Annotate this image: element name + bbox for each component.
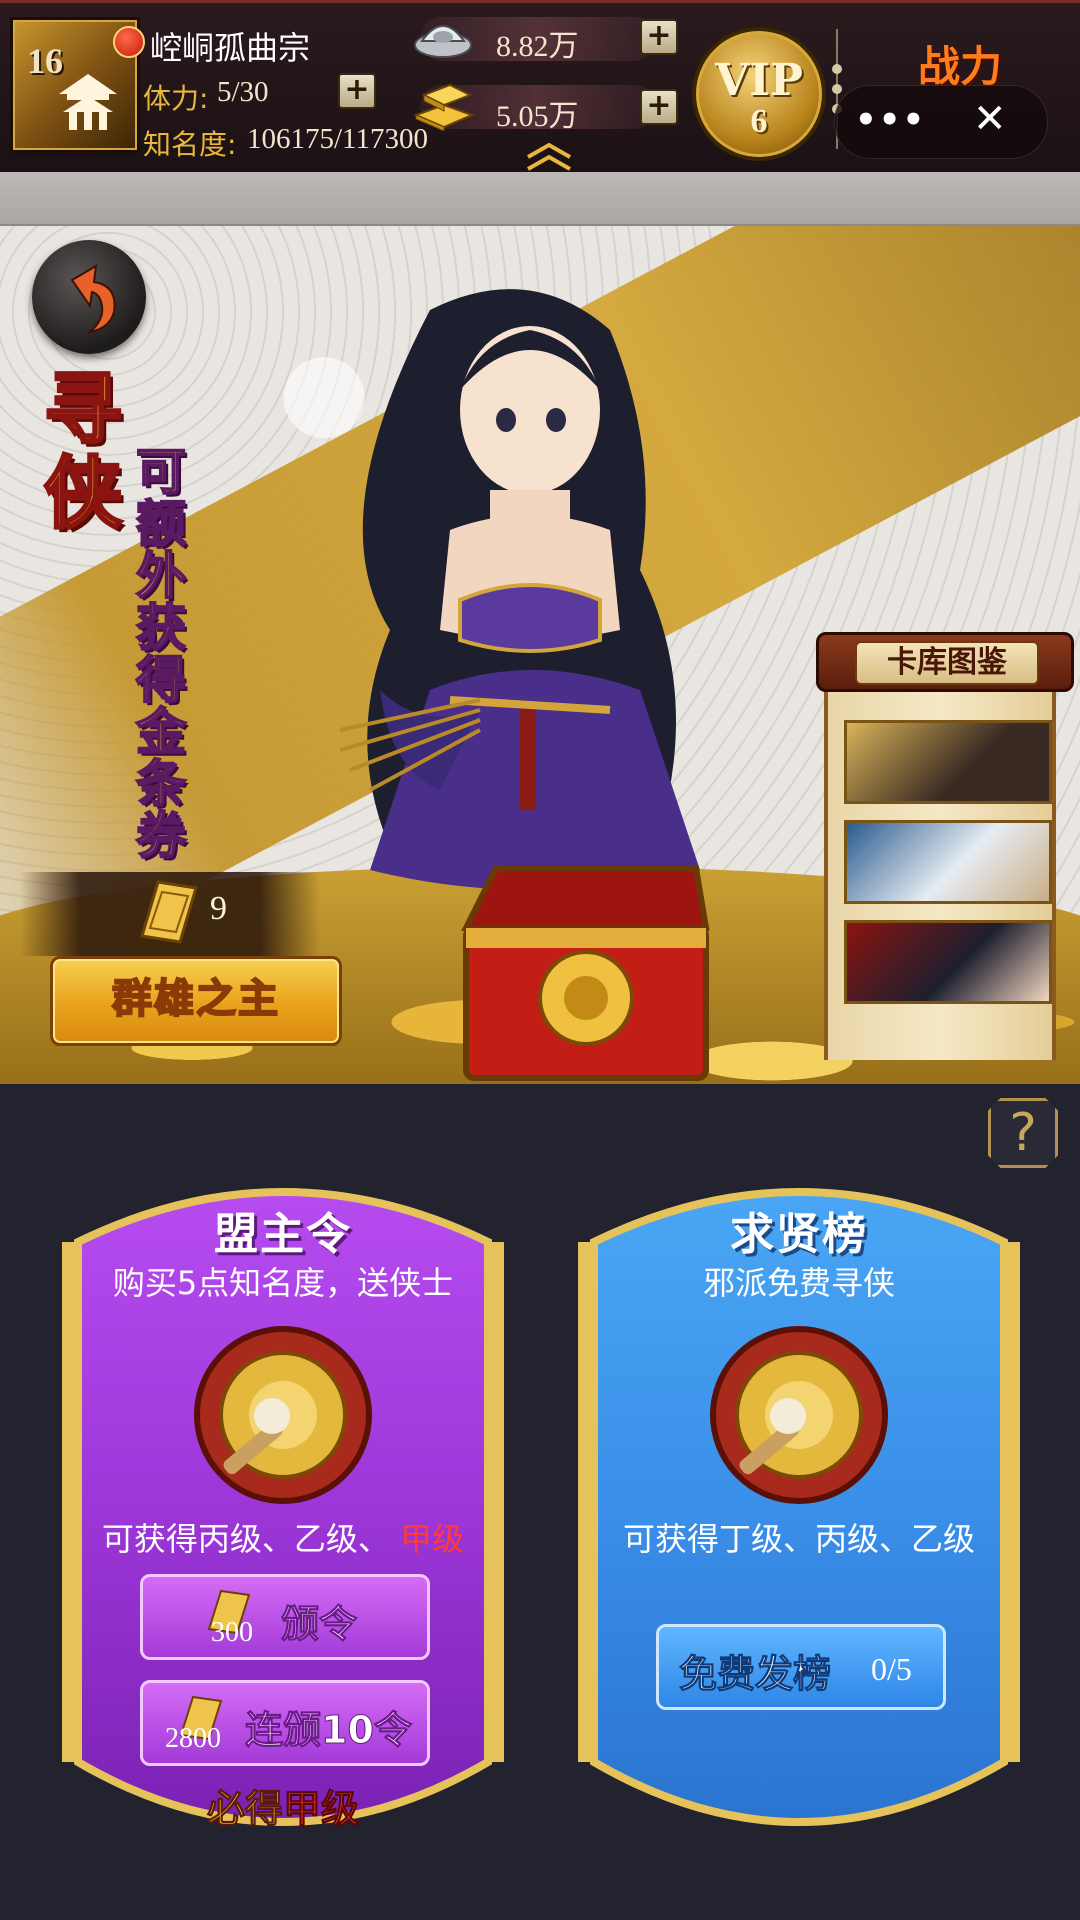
stamina-value: 5/30 bbox=[217, 76, 269, 108]
close-icon[interactable]: ✕ bbox=[973, 96, 1007, 142]
grade-info: 可获得丙级、乙级、 甲级 bbox=[58, 1514, 508, 1560]
grade-info: 可获得丁级、丙级、乙级 bbox=[622, 1520, 975, 1558]
panel-subtitle: 邪派免费寻侠 bbox=[702, 1264, 895, 1302]
fame-value: 106175/117300 bbox=[247, 123, 428, 155]
guarantee-text: 必得甲级 bbox=[58, 1778, 508, 1833]
guarantee-prefix: 必得 bbox=[206, 1787, 283, 1832]
vip-level: 6 bbox=[750, 103, 768, 140]
panel-title: 盟主令 bbox=[214, 1209, 352, 1260]
gold-ticket-icon bbox=[140, 880, 198, 944]
gold-bars-icon bbox=[413, 83, 475, 131]
add-gold-button[interactable]: + bbox=[640, 89, 678, 125]
issue-ten-price: 2800 bbox=[165, 1723, 221, 1754]
free-post-button[interactable]: 免费发榜 0/5 bbox=[656, 1624, 946, 1710]
issue-label: 颁令 bbox=[280, 1602, 358, 1647]
silver-ingot-icon bbox=[414, 25, 472, 58]
banner-subtitle: 可额外获得金条券 bbox=[135, 443, 187, 865]
issue-ten-label: 连颁10令 bbox=[245, 1708, 413, 1753]
guarantee-grade: 甲级 bbox=[282, 1787, 360, 1832]
scroll-header: 卡库图鉴 bbox=[816, 632, 1074, 692]
talent-board-panel: 求贤榜 邪派免费寻侠 可获得丁级、丙级、乙级 免费发榜 0/5 bbox=[574, 1162, 1024, 1854]
issue-ten-button[interactable]: 2800 连颁10令 bbox=[140, 1680, 430, 1766]
banner-title: 寻侠 bbox=[43, 365, 124, 539]
panel-title: 求贤榜 bbox=[730, 1209, 868, 1260]
divider-strip bbox=[0, 172, 1080, 226]
grade-highlight: 甲级 bbox=[400, 1520, 465, 1558]
gallery-card[interactable] bbox=[844, 820, 1052, 904]
mini-program-capsule: ••• ✕ bbox=[834, 85, 1048, 159]
lord-button-label: 群雄之主 bbox=[111, 975, 280, 1023]
ticket-row: 9 bbox=[20, 872, 320, 956]
issue-order-button[interactable]: 300 颁令 bbox=[140, 1574, 430, 1660]
add-silver-button[interactable]: + bbox=[640, 19, 678, 55]
notification-dot bbox=[113, 26, 145, 58]
player-avatar[interactable]: 16 bbox=[10, 17, 145, 153]
player-name: 崆峒孤曲宗 bbox=[150, 29, 311, 67]
top-bar: 16 崆峒孤曲宗 体力: 5/30 + 知名度: 106175/117300 8… bbox=[0, 0, 1080, 172]
heroine-illustration bbox=[339, 289, 700, 890]
stamina-label: 体力: bbox=[143, 82, 209, 115]
free-post-label: 免费发榜 bbox=[678, 1652, 832, 1697]
alliance-order-panel: 盟主令 购买5点知名度，送侠士 可获得丙级、乙级、 甲级 300 颁令 2800… bbox=[58, 1162, 508, 1854]
help-button[interactable]: ? bbox=[988, 1098, 1058, 1168]
return-arrow-icon bbox=[70, 264, 116, 334]
vip-label: VIP bbox=[715, 55, 803, 106]
pavilion-icon bbox=[59, 74, 117, 130]
treasure-chest bbox=[461, 865, 710, 1081]
gong-icon bbox=[194, 1326, 372, 1504]
free-post-count: 0/5 bbox=[871, 1651, 912, 1687]
chevron-up-icon[interactable] bbox=[524, 141, 574, 171]
scroll-body bbox=[824, 680, 1056, 1060]
gold-amount: 5.05万 bbox=[496, 100, 579, 133]
panel-subtitle: 购买5点知名度，送侠士 bbox=[112, 1264, 454, 1302]
fame-label: 知名度: bbox=[143, 128, 237, 161]
issue-price: 300 bbox=[211, 1617, 253, 1648]
silver-amount: 8.82万 bbox=[496, 30, 579, 63]
gallery-card[interactable] bbox=[844, 720, 1052, 804]
gong-icon bbox=[710, 1326, 888, 1504]
back-button[interactable] bbox=[32, 240, 146, 354]
grade-text: 可获得丙级、乙级、 bbox=[101, 1520, 390, 1558]
more-icon[interactable]: ••• bbox=[855, 100, 926, 140]
card-gallery-scroll[interactable]: 卡库图鉴 bbox=[816, 632, 1074, 1062]
ticket-count: 9 bbox=[210, 890, 227, 927]
vip-badge[interactable]: VIP 6 bbox=[692, 27, 826, 161]
add-stamina-button[interactable]: + bbox=[338, 73, 376, 109]
lord-of-heroes-button[interactable]: 群雄之主 bbox=[50, 956, 342, 1046]
gallery-title: 卡库图鉴 bbox=[855, 641, 1039, 685]
gallery-card[interactable] bbox=[844, 920, 1052, 1004]
